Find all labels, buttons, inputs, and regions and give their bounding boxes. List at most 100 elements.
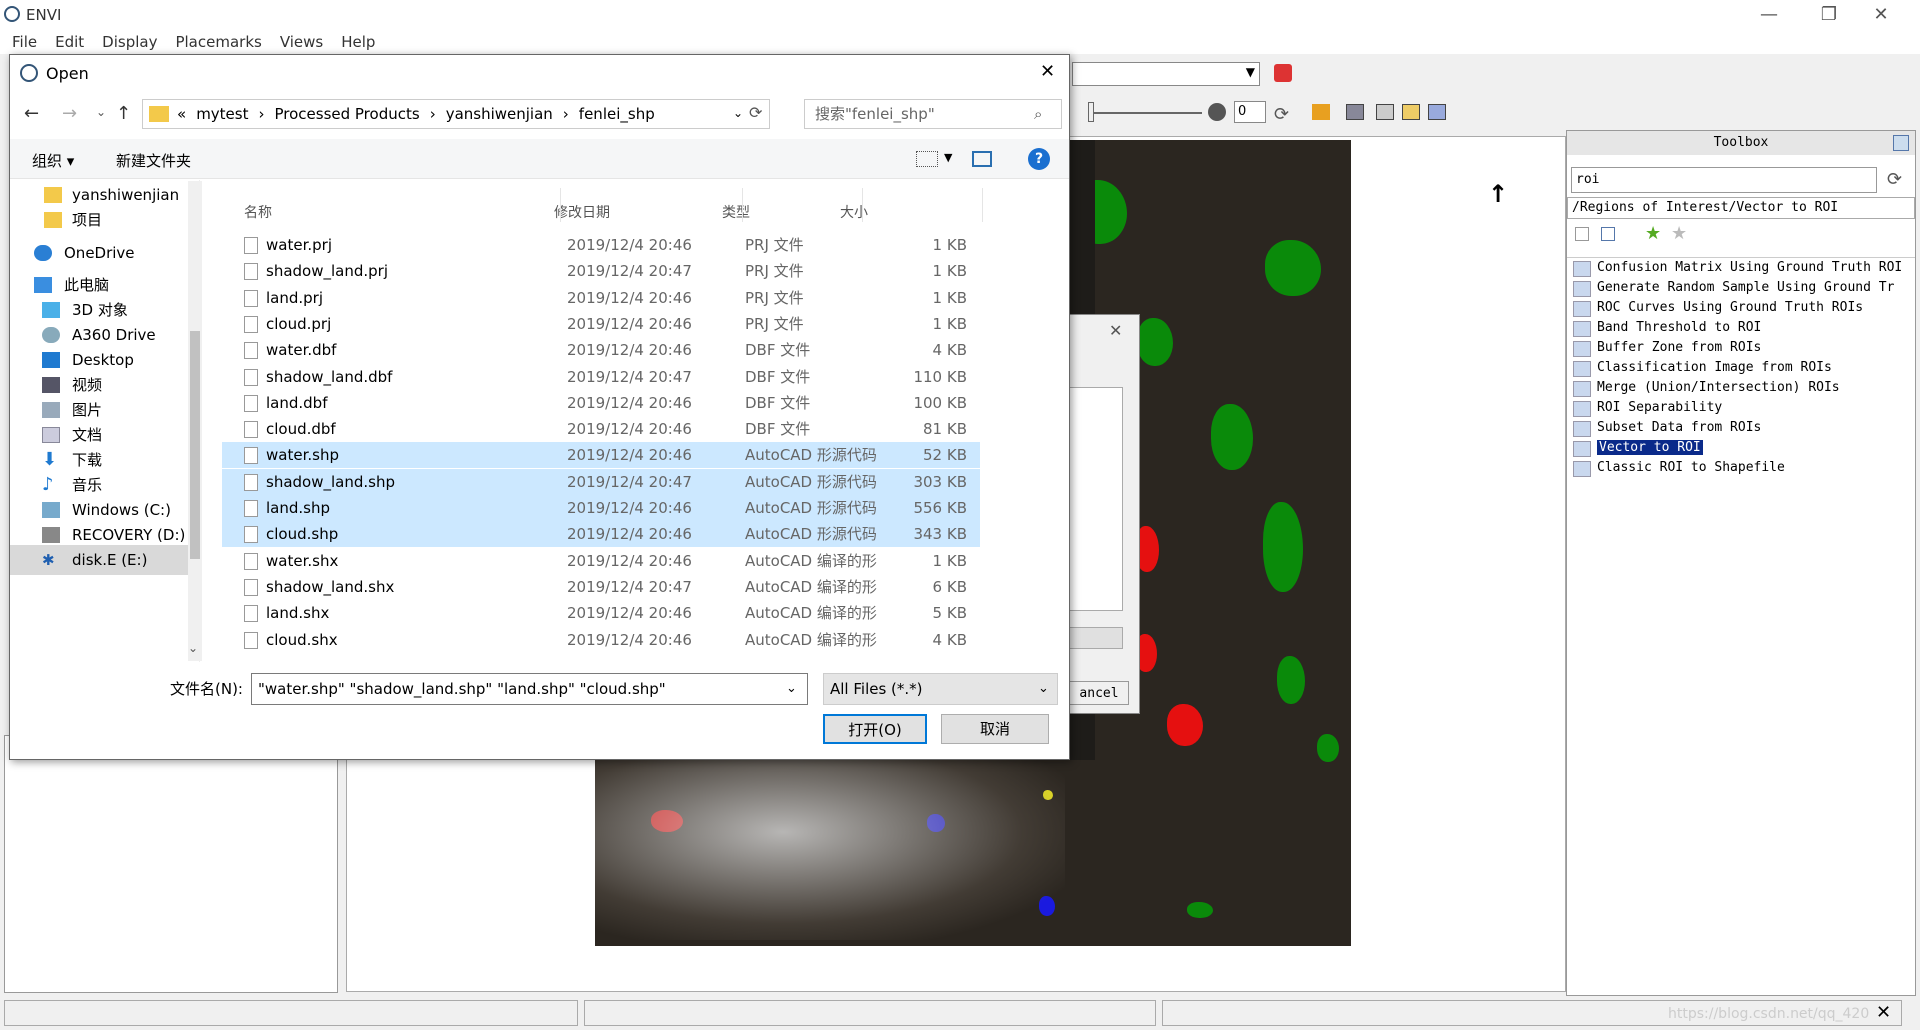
filename-input[interactable]: "water.shp" "shadow_land.shp" "land.shp"… <box>251 673 808 705</box>
tool-item[interactable]: Merge (Union/Intersection) ROIs <box>1597 378 1840 398</box>
refresh-icon[interactable]: ⟳ <box>1274 104 1289 125</box>
star-icon[interactable]: ★ <box>1671 223 1687 244</box>
breadcrumb-fenlei-shp[interactable]: fenlei_shp <box>579 100 655 128</box>
file-row[interactable]: cloud.shx 2019/12/4 20:46 AutoCAD 编译的形 4 KB <box>222 627 980 653</box>
favorite-star-icon[interactable]: ★ <box>1645 223 1661 244</box>
tool-item[interactable]: Confusion Matrix Using Ground Truth ROI <box>1597 258 1902 278</box>
nav-item[interactable]: OneDrive <box>10 238 190 268</box>
file-row[interactable]: land.shx 2019/12/4 20:46 AutoCAD 编译的形 5 KB <box>222 600 980 626</box>
layer-dropdown[interactable]: ▼ <box>1072 62 1260 86</box>
toolbox-search-input[interactable]: roi <box>1571 167 1877 193</box>
breadcrumb-processed-products[interactable]: Processed Products <box>274 100 419 128</box>
breadcrumb-overflow[interactable]: « <box>177 100 186 128</box>
column-date[interactable]: 修改日期 <box>554 202 610 222</box>
column-name[interactable]: 名称 <box>244 202 272 222</box>
search-icon[interactable]: ⌕ <box>1034 105 1042 123</box>
open-button[interactable]: 打开(O) <box>823 714 927 744</box>
chevron-down-icon[interactable]: ⌄ <box>786 681 797 696</box>
file-row[interactable]: shadow_land.shp 2019/12/4 20:47 AutoCAD 形源… <box>222 468 980 495</box>
back-arrow-icon[interactable]: ← <box>24 103 39 124</box>
nav-scrollbar[interactable] <box>188 181 202 661</box>
search-input[interactable]: 搜索"fenlei_shp" <box>804 99 1062 129</box>
column-size[interactable]: 大小 <box>840 202 868 222</box>
zoom-input[interactable]: 0 <box>1234 101 1266 123</box>
scrollbar-thumb[interactable] <box>190 331 200 559</box>
breadcrumb-yanshiwenjian[interactable]: yanshiwenjian <box>446 100 553 128</box>
chart-icon[interactable] <box>1312 104 1330 120</box>
cancel-button[interactable]: 取消 <box>941 714 1049 744</box>
refresh-icon[interactable]: ⟳ <box>749 103 762 122</box>
menu-placemarks[interactable]: Placemarks <box>175 30 261 54</box>
slider-handle[interactable] <box>1088 102 1094 122</box>
tool-item[interactable]: ROI Separability <box>1597 398 1722 418</box>
up-arrow-icon[interactable]: ↑ <box>116 103 131 124</box>
new-folder-button[interactable]: 新建文件夹 <box>116 150 191 171</box>
file-row[interactable]: shadow_land.shx 2019/12/4 20:47 AutoCAD 编译… <box>222 574 980 600</box>
menu-edit[interactable]: Edit <box>55 30 84 54</box>
layer-manager-panel[interactable] <box>4 735 338 993</box>
filetype-select[interactable]: All Files (*.*) <box>823 673 1058 705</box>
dock-icon[interactable] <box>1893 135 1909 151</box>
tool-item[interactable]: Subset Data from ROIs <box>1597 418 1761 438</box>
menu-help[interactable]: Help <box>341 30 375 54</box>
preview-pane-icon[interactable] <box>972 151 992 167</box>
band-icon[interactable] <box>1376 104 1394 120</box>
delete-icon[interactable] <box>1274 64 1292 82</box>
collapse-icon[interactable] <box>1575 227 1589 241</box>
forward-arrow-icon[interactable]: → <box>62 103 77 124</box>
layers-icon[interactable] <box>1402 104 1420 120</box>
file-row[interactable]: water.dbf 2019/12/4 20:46 DBF 文件 4 KB <box>222 337 980 363</box>
file-row[interactable]: water.prj 2019/12/4 20:46 PRJ 文件 1 KB <box>222 232 980 258</box>
refresh-icon[interactable]: ⟳ <box>1887 169 1902 190</box>
tool-item[interactable]: Generate Random Sample Using Ground Tr <box>1597 278 1894 298</box>
breadcrumb-mytest[interactable]: mytest <box>196 100 248 128</box>
expand-icon[interactable] <box>1601 227 1615 241</box>
file-row[interactable]: land.dbf 2019/12/4 20:46 DBF 文件 100 KB <box>222 390 980 416</box>
help-icon[interactable]: ? <box>1028 148 1050 170</box>
file-row[interactable]: shadow_land.dbf 2019/12/4 20:47 DBF 文件 110 … <box>222 364 980 390</box>
background-cancel-button[interactable]: ancel <box>1069 681 1129 705</box>
menu-file[interactable]: File <box>12 30 37 54</box>
file-icon <box>244 500 258 517</box>
view-options-icon[interactable] <box>916 151 938 167</box>
tool-item[interactable]: Buffer Zone from ROIs <box>1597 338 1761 358</box>
close-button[interactable]: ✕ <box>1858 2 1904 28</box>
file-size: 343 KB <box>913 525 967 544</box>
menu-display[interactable]: Display <box>102 30 157 54</box>
address-bar[interactable]: « mytest › Processed Products › yanshiwenjian… <box>142 99 770 129</box>
file-row[interactable]: cloud.prj 2019/12/4 20:46 PRJ 文件 1 KB <box>222 311 980 337</box>
stretch-slider[interactable] <box>1090 112 1202 114</box>
grid-icon[interactable] <box>1428 104 1446 120</box>
organize-button[interactable]: 组织 ▾ <box>32 150 74 171</box>
nav-item-selected[interactable]: ✱ disk.E (E:) <box>10 545 190 575</box>
file-row[interactable]: shadow_land.prj 2019/12/4 20:47 PRJ 文件 1 KB <box>222 258 980 284</box>
brightness-icon[interactable] <box>1208 103 1226 121</box>
file-row[interactable]: land.prj 2019/12/4 20:46 PRJ 文件 1 KB <box>222 285 980 311</box>
tool-item[interactable]: Classification Image from ROIs <box>1597 358 1832 378</box>
close-icon[interactable]: ✕ <box>1040 61 1055 82</box>
chevron-down-icon[interactable]: ⌄ <box>96 105 106 119</box>
file-row[interactable]: cloud.shp 2019/12/4 20:46 AutoCAD 形源代码 343 … <box>222 521 980 548</box>
column-type[interactable]: 类型 <box>722 202 750 222</box>
file-row[interactable]: water.shp 2019/12/4 20:46 AutoCAD 形源代码 52 K… <box>222 442 980 469</box>
tool-item[interactable]: Band Threshold to ROI <box>1597 318 1761 338</box>
chevron-down-icon[interactable]: ⌄ <box>733 106 743 120</box>
minimize-button[interactable]: — <box>1746 2 1792 28</box>
list-scroll-arrow[interactable]: ⌄ <box>188 641 198 655</box>
file-row[interactable]: land.shp 2019/12/4 20:46 AutoCAD 形源代码 556 K… <box>222 495 980 521</box>
chevron-down-icon[interactable]: ⌄ <box>1038 681 1049 696</box>
close-icon[interactable]: ✕ <box>1109 321 1122 340</box>
tool-item[interactable]: ROC Curves Using Ground Truth ROIs <box>1597 298 1863 318</box>
column-divider <box>742 188 743 222</box>
file-row[interactable]: water.shx 2019/12/4 20:46 AutoCAD 编译的形 1 KB <box>222 548 980 574</box>
chevron-down-icon[interactable]: ▼ <box>944 151 952 164</box>
nav-item[interactable]: 项目 <box>10 205 190 235</box>
tool-item[interactable]: Classic ROI to Shapefile <box>1597 458 1785 478</box>
restore-button[interactable]: ❐ <box>1806 2 1852 28</box>
file-row[interactable]: cloud.dbf 2019/12/4 20:46 DBF 文件 81 KB <box>222 416 980 442</box>
menu-views[interactable]: Views <box>280 30 323 54</box>
file-date: 2019/12/4 20:46 <box>567 551 692 570</box>
tool-item-selected[interactable]: Vector to ROI <box>1597 440 1703 455</box>
image-icon[interactable] <box>1346 104 1364 120</box>
close-icon[interactable]: ✕ <box>1876 1002 1891 1023</box>
